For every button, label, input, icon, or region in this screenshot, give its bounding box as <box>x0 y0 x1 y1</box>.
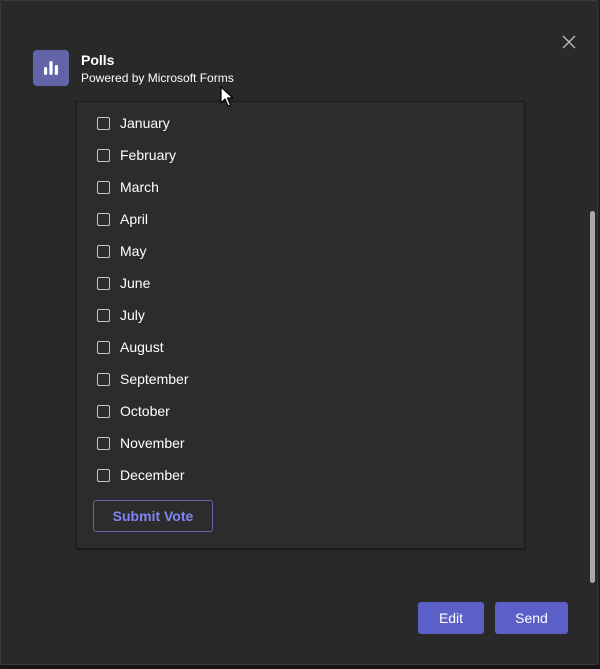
poll-option[interactable]: April <box>97 203 188 235</box>
option-checkbox[interactable] <box>97 308 110 322</box>
option-label: January <box>120 115 170 131</box>
option-checkbox[interactable] <box>97 468 110 482</box>
poll-option[interactable]: February <box>97 139 188 171</box>
submit-vote-button[interactable]: Submit Vote <box>93 500 213 532</box>
poll-options: January February March April May June July Augu… <box>97 107 188 491</box>
poll-option[interactable]: March <box>97 171 188 203</box>
send-button[interactable]: Send <box>495 602 568 634</box>
option-label: October <box>120 403 170 419</box>
option-label: May <box>120 243 147 259</box>
option-checkbox[interactable] <box>97 340 110 354</box>
poll-option[interactable]: October <box>97 395 188 427</box>
option-label: November <box>120 435 185 451</box>
window-bottom-edge <box>0 665 600 669</box>
option-label: February <box>120 147 177 163</box>
polls-app-icon <box>33 50 69 86</box>
option-label: July <box>120 307 145 323</box>
option-checkbox[interactable] <box>97 180 110 194</box>
poll-option[interactable]: January <box>97 107 188 139</box>
poll-option[interactable]: November <box>97 427 188 459</box>
edit-button[interactable]: Edit <box>418 602 484 634</box>
option-checkbox[interactable] <box>97 404 110 418</box>
option-checkbox[interactable] <box>97 276 110 290</box>
option-label: March <box>120 179 159 195</box>
polls-dialog: Polls Powered by Microsoft Forms January… <box>0 0 598 665</box>
option-checkbox[interactable] <box>97 148 110 162</box>
option-checkbox[interactable] <box>97 212 110 226</box>
poll-option[interactable]: July <box>97 299 188 331</box>
option-checkbox[interactable] <box>97 436 110 450</box>
close-icon <box>562 35 576 49</box>
bar-chart-icon <box>44 61 58 75</box>
option-checkbox[interactable] <box>97 372 110 386</box>
option-label: August <box>120 339 164 355</box>
option-label: September <box>120 371 189 387</box>
poll-option[interactable]: June <box>97 267 188 299</box>
poll-option[interactable]: September <box>97 363 188 395</box>
app-title: Polls <box>81 52 115 68</box>
option-checkbox[interactable] <box>97 116 110 130</box>
option-label: April <box>120 211 149 227</box>
option-label: December <box>120 467 185 483</box>
option-label: June <box>120 275 151 291</box>
close-button[interactable] <box>559 32 579 52</box>
app-subtitle: Powered by Microsoft Forms <box>81 71 234 85</box>
poll-card: January February March April May June July Augu… <box>76 101 525 549</box>
scrollbar-thumb[interactable] <box>590 211 595 583</box>
option-checkbox[interactable] <box>97 244 110 258</box>
poll-option[interactable]: December <box>97 459 188 491</box>
poll-option[interactable]: August <box>97 331 188 363</box>
poll-option[interactable]: May <box>97 235 188 267</box>
